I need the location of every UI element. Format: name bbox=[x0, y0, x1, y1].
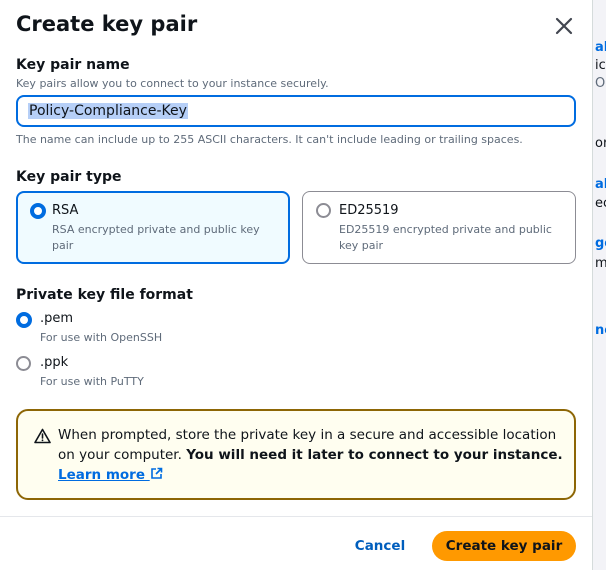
warning-alert: When prompted, store the private key in … bbox=[16, 409, 576, 500]
key-type-rsa-tile[interactable]: RSA RSA encrypted private and public key… bbox=[16, 191, 290, 264]
cancel-button[interactable]: Cancel bbox=[350, 531, 410, 561]
ppk-title[interactable]: .ppk bbox=[40, 355, 68, 370]
footer-divider bbox=[0, 516, 592, 517]
ed25519-description: ED25519 encrypted private and public key… bbox=[339, 223, 552, 252]
learn-more-label: Learn more bbox=[58, 467, 145, 483]
close-button[interactable] bbox=[552, 14, 576, 38]
close-icon bbox=[555, 17, 573, 35]
rsa-radio[interactable] bbox=[30, 203, 46, 219]
ppk-description: For use with PuTTY bbox=[40, 375, 144, 388]
alert-bold-text: You will need it later to connect to you… bbox=[186, 447, 563, 463]
create-key-pair-modal: Create key pair Key pair name Key pairs … bbox=[0, 0, 593, 570]
learn-more-link[interactable]: Learn more bbox=[58, 467, 163, 483]
rsa-description: RSA encrypted private and public key pai… bbox=[52, 223, 260, 252]
key-type-ed25519-tile[interactable]: ED25519 ED25519 encrypted private and pu… bbox=[302, 191, 576, 264]
file-format-label: Private key file format bbox=[16, 287, 193, 303]
background-text: ge bbox=[595, 236, 606, 251]
background-text: ec bbox=[595, 196, 606, 211]
key-pair-name-constraint: The name can include up to 255 ASCII cha… bbox=[16, 133, 523, 146]
external-link-icon bbox=[150, 467, 163, 479]
pem-radio[interactable] bbox=[16, 312, 32, 328]
pem-title[interactable]: .pem bbox=[40, 311, 73, 326]
warning-icon bbox=[34, 428, 51, 444]
alert-message: When prompted, store the private key in … bbox=[58, 425, 563, 485]
background-page: al ic Oc or al ec ge m ne bbox=[591, 0, 606, 570]
background-text: ic bbox=[595, 58, 606, 73]
create-key-pair-button[interactable]: Create key pair bbox=[432, 531, 576, 561]
key-pair-name-value: Policy-Compliance-Key bbox=[28, 103, 188, 119]
key-pair-name-input[interactable]: Policy-Compliance-Key bbox=[16, 95, 576, 127]
ppk-radio[interactable] bbox=[16, 356, 31, 371]
background-text: Oc bbox=[595, 76, 606, 91]
background-text: al bbox=[595, 40, 606, 55]
background-text: ne bbox=[595, 323, 606, 338]
key-pair-name-description: Key pairs allow you to connect to your i… bbox=[16, 77, 329, 90]
pem-description: For use with OpenSSH bbox=[40, 331, 163, 344]
rsa-title: RSA bbox=[52, 203, 79, 218]
modal-title: Create key pair bbox=[16, 12, 198, 36]
ed25519-radio[interactable] bbox=[316, 203, 331, 218]
key-pair-name-label: Key pair name bbox=[16, 57, 130, 73]
background-text: al bbox=[595, 177, 606, 192]
background-text: or bbox=[595, 136, 606, 151]
key-pair-type-label: Key pair type bbox=[16, 169, 122, 185]
ed25519-title: ED25519 bbox=[339, 203, 399, 218]
background-text: m bbox=[595, 256, 606, 271]
